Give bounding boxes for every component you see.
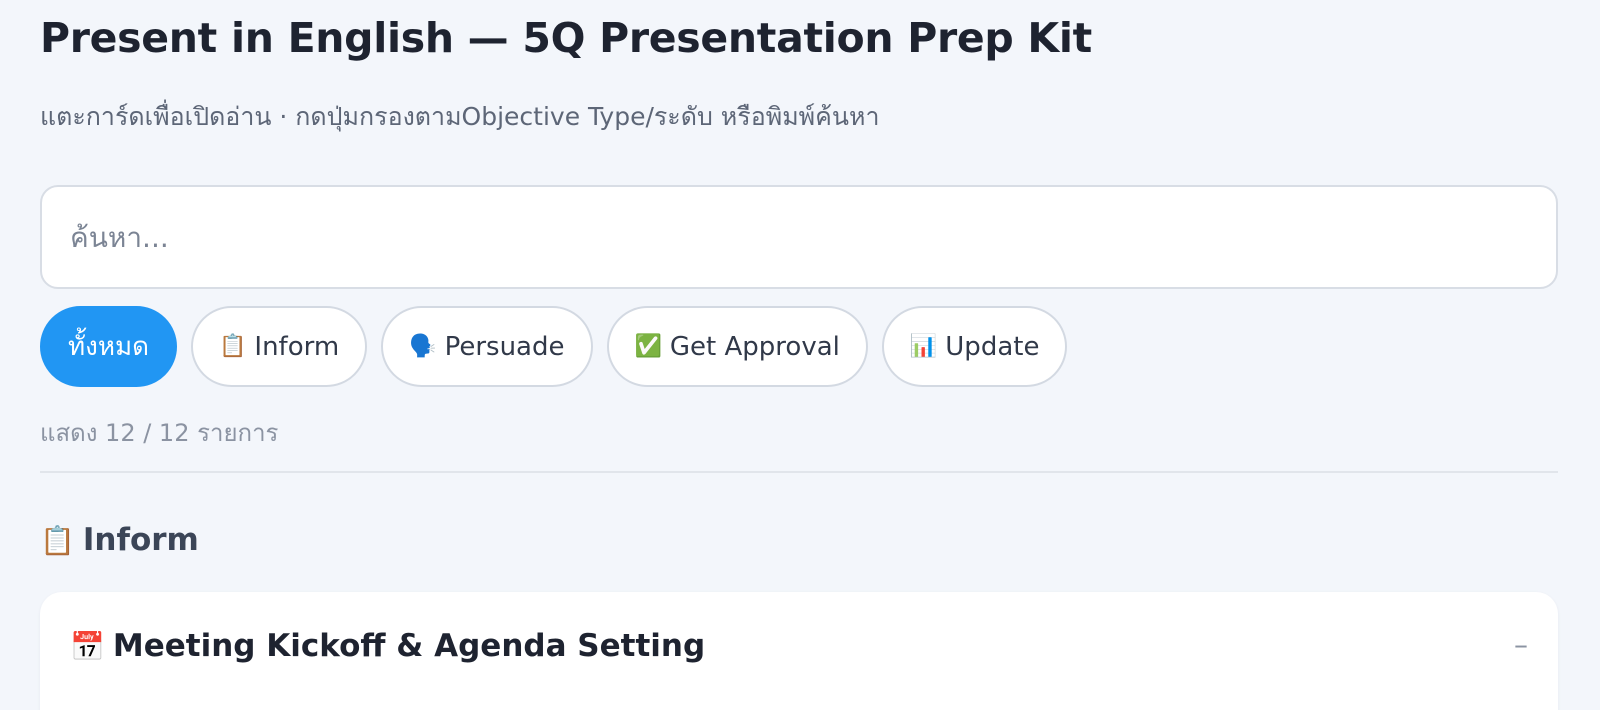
filter-all-label: ทั้งหมด <box>68 332 149 362</box>
collapse-toggle-icon[interactable]: – <box>1514 628 1528 661</box>
speaking-head-icon: 🗣️ <box>409 333 437 359</box>
filter-update-label: Update <box>945 331 1040 362</box>
page-title: Present in English — 5Q Presentation Pre… <box>40 14 1092 62</box>
divider <box>40 471 1558 473</box>
filter-inform-button[interactable]: 📋 Inform <box>191 306 368 387</box>
filter-bar: ทั้งหมด 📋 Inform 🗣️ Persuade ✅ Get Appro… <box>40 306 1068 387</box>
search-input[interactable] <box>40 185 1558 289</box>
card-title-label: Meeting Kickoff & Agenda Setting <box>112 628 706 664</box>
filter-approval-label: Get Approval <box>669 331 840 362</box>
result-count: แสดง 12 / 12 รายการ <box>40 419 279 447</box>
clipboard-icon: 📋 <box>219 333 247 359</box>
filter-all-button[interactable]: ทั้งหมด <box>40 306 177 387</box>
bar-chart-icon: 📊 <box>909 333 938 359</box>
filter-update-button[interactable]: 📊 Update <box>881 306 1068 387</box>
section-title-label: Inform <box>82 522 199 558</box>
page-subtitle: แตะการ์ดเพื่อเปิดอ่าน · กดปุ่มกรองตามObj… <box>40 102 880 131</box>
card-meeting-kickoff[interactable]: 📅 Meeting Kickoff & Agenda Setting – <box>40 592 1558 710</box>
clipboard-icon: 📋 <box>40 523 75 557</box>
check-mark-icon: ✅ <box>634 333 662 359</box>
filter-inform-label: Inform <box>254 331 340 362</box>
page: Present in English — 5Q Presentation Pre… <box>0 0 1600 710</box>
filter-persuade-label: Persuade <box>444 331 565 362</box>
card-title: 📅 Meeting Kickoff & Agenda Setting <box>70 628 705 664</box>
filter-persuade-button[interactable]: 🗣️ Persuade <box>381 306 593 387</box>
filter-approval-button[interactable]: ✅ Get Approval <box>606 306 868 387</box>
section-title-inform: 📋 Inform <box>40 522 199 558</box>
calendar-icon: 📅 <box>70 629 105 663</box>
